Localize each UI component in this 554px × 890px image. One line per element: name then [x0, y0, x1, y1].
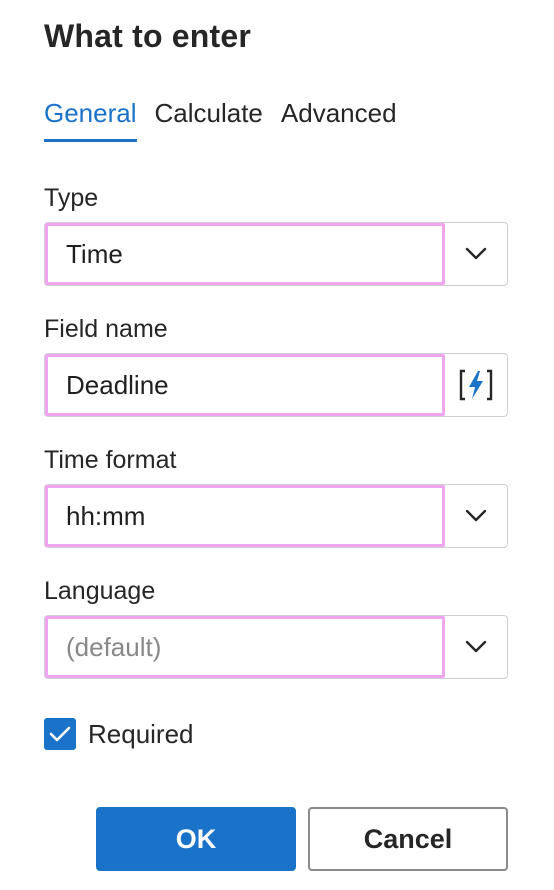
- dialog-title: What to enter: [44, 18, 252, 54]
- field-name-value[interactable]: Deadline: [45, 354, 445, 416]
- type-select[interactable]: Time: [44, 222, 508, 286]
- tab-advanced[interactable]: Advanced: [281, 98, 397, 142]
- lightning-bolt-icon: [459, 369, 493, 401]
- tab-general[interactable]: General: [44, 98, 137, 142]
- tab-bar: General Calculate Advanced: [44, 98, 397, 142]
- language-dropdown-button[interactable]: [445, 616, 507, 678]
- chevron-down-icon: [465, 509, 487, 522]
- time-format-value[interactable]: hh:mm: [45, 485, 445, 547]
- type-dropdown-button[interactable]: [445, 223, 507, 285]
- chevron-down-icon: [465, 247, 487, 260]
- ok-button[interactable]: OK: [96, 807, 296, 871]
- type-label: Type: [44, 184, 99, 212]
- required-label[interactable]: Required: [88, 719, 194, 750]
- required-row: Required: [44, 718, 194, 750]
- chevron-down-icon: [465, 640, 487, 653]
- language-select[interactable]: (default): [44, 615, 508, 679]
- field-name-input[interactable]: Deadline: [44, 353, 508, 417]
- field-name-label: Field name: [44, 315, 168, 343]
- type-value[interactable]: Time: [45, 223, 445, 285]
- language-value[interactable]: (default): [45, 616, 445, 678]
- cancel-button[interactable]: Cancel: [308, 807, 508, 871]
- checkmark-icon: [49, 726, 71, 742]
- field-action-button[interactable]: [445, 354, 507, 416]
- required-checkbox[interactable]: [44, 718, 76, 750]
- time-format-select[interactable]: hh:mm: [44, 484, 508, 548]
- time-format-dropdown-button[interactable]: [445, 485, 507, 547]
- time-format-label: Time format: [44, 446, 177, 474]
- language-label: Language: [44, 577, 156, 605]
- tab-calculate[interactable]: Calculate: [155, 98, 263, 142]
